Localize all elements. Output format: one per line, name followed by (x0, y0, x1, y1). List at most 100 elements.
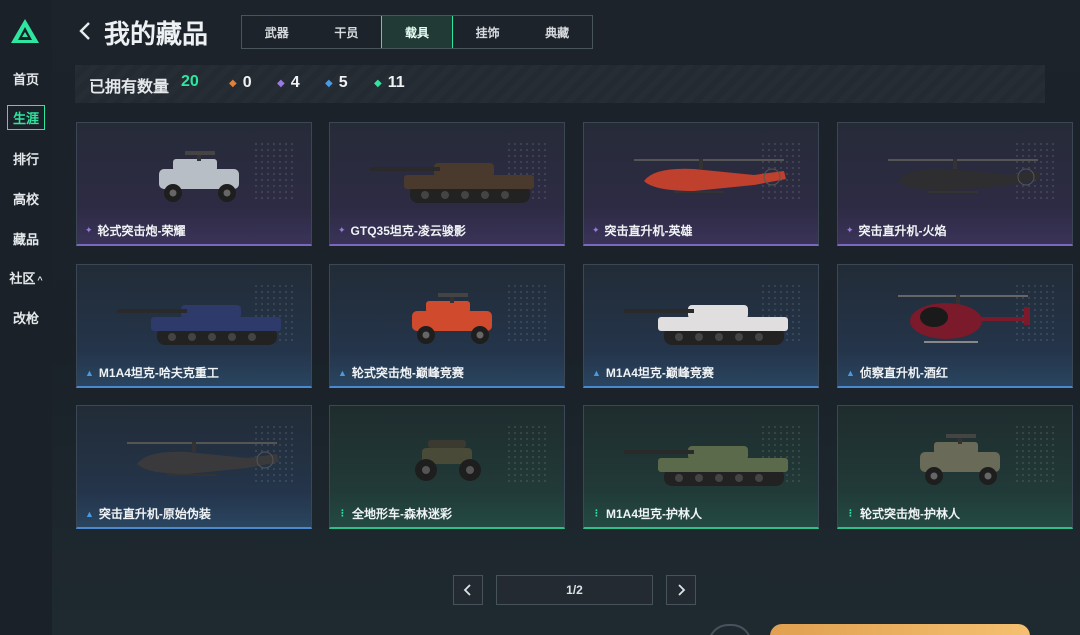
tank-icon (117, 305, 281, 345)
owned-count-total: 20 (181, 73, 199, 90)
vehicle-name: ⋮ M1A4坦克-护林人 (592, 505, 702, 522)
vehicle-name: ⋮ 轮式突击炮-护林人 (846, 505, 960, 522)
vehicle-name: ▲ 侦察直升机-酒红 (846, 364, 948, 381)
sidebar-item-universities[interactable]: 高校 (0, 189, 52, 208)
armored-car-icon (159, 151, 239, 202)
helicopter-icon (127, 442, 279, 476)
sidebar-item-career[interactable]: 生涯 (0, 105, 52, 130)
sidebar-item-label: 藏品 (12, 232, 39, 247)
vehicle-card[interactable]: ▲ 侦察直升机-酒红 (837, 264, 1073, 388)
tab-vehicles[interactable]: 载具 (381, 16, 453, 48)
vehicle-name: ✦ 突击直升机-火焰 (846, 222, 947, 239)
vehicle-name-label: 轮式突击炮-护林人 (860, 507, 960, 521)
vehicle-name-label: 轮式突击炮-巅峰竞赛 (351, 366, 464, 380)
rarity-blue-icon: ▲ (85, 508, 94, 519)
rarity-count-blue: ◆ 5 (325, 74, 348, 92)
atv-icon (415, 440, 481, 481)
helicopter-icon (888, 159, 1040, 193)
vehicle-card[interactable]: ⋮ 全地形车-森林迷彩 (329, 405, 565, 529)
sidebar-item-label: 首页 (12, 72, 39, 87)
vehicle-name-label: 突击直升机-英雄 (604, 224, 693, 238)
sidebar-item-label: 排行 (12, 152, 39, 167)
sidebar-item-community[interactable]: 社区 ^ (0, 268, 52, 287)
diamond-green-icon: ◆ (374, 77, 382, 89)
rarity-purple-icon: ✦ (592, 225, 600, 235)
vehicle-card[interactable]: ▲ 突击直升机-原始伪装 (76, 405, 312, 529)
sidebar-item-label: 生涯 (6, 105, 45, 130)
tank-icon (624, 305, 788, 345)
vehicle-card[interactable]: ⋮ M1A4坦克-护林人 (583, 405, 819, 529)
page-title: 我的藏品 (104, 19, 209, 49)
category-tabs: 武器 干员 载具 挂饰 典藏 (241, 15, 593, 49)
sidebar: 首页 生涯 排行 高校 藏品 社区 ^ 改枪 (0, 0, 52, 635)
vehicle-card[interactable]: ✦ 突击直升机-英雄 (583, 122, 819, 246)
tab-collector[interactable]: 典藏 (522, 16, 592, 48)
diamond-purple-icon: ◆ (277, 77, 285, 89)
vehicle-name: ✦ 轮式突击炮-荣耀 (85, 222, 186, 239)
helicopter-icon (634, 159, 786, 193)
chevron-right-icon (678, 584, 686, 596)
vehicle-card[interactable]: ▲ M1A4坦克-哈夫克重工 (76, 264, 312, 388)
rarity-count-value: 0 (242, 74, 252, 91)
rarity-purple-icon: ✦ (846, 225, 854, 235)
scout-helicopter-icon (898, 295, 1030, 343)
bottom-action-button[interactable] (770, 624, 1030, 635)
sidebar-item-label: 高校 (12, 192, 39, 207)
vehicle-name: ✦ 突击直升机-英雄 (592, 222, 693, 239)
vehicle-name: ⋮ 全地形车-森林迷彩 (338, 505, 452, 522)
vehicle-name-label: 突击直升机-原始伪装 (98, 507, 211, 521)
vehicle-name: ▲ M1A4坦克-哈夫克重工 (85, 364, 219, 381)
tab-operators[interactable]: 干员 (312, 16, 382, 48)
sidebar-item-home[interactable]: 首页 (0, 69, 52, 88)
vehicle-name: ✦ GTQ35坦克-凌云骏影 (338, 222, 466, 239)
chevron-left-icon (79, 22, 90, 40)
sidebar-item-label: 社区 (9, 271, 36, 286)
armored-car-icon (412, 293, 492, 344)
page-indicator: 1/2 (496, 575, 653, 605)
vehicle-card[interactable]: ▲ M1A4坦克-巅峰竞赛 (583, 264, 819, 388)
vehicle-card[interactable]: ✦ 轮式突击炮-荣耀 (76, 122, 312, 246)
prev-page-button[interactable] (453, 575, 483, 605)
ownership-stats-bar: 已拥有数量 20 ◆ 0 ◆ 4 ◆ 5 ◆ 11 (75, 65, 1045, 103)
sidebar-item-gunsmith[interactable]: 改枪 (0, 308, 52, 327)
rarity-count-value: 11 (387, 74, 405, 91)
tab-charms[interactable]: 挂饰 (453, 16, 523, 48)
vehicle-name: ▲ 突击直升机-原始伪装 (85, 505, 211, 522)
vehicle-name: ▲ M1A4坦克-巅峰竞赛 (592, 364, 714, 381)
vehicle-name-label: M1A4坦克-哈夫克重工 (98, 366, 219, 380)
rarity-count-purple: ◆ 4 (277, 74, 300, 92)
rarity-blue-icon: ▲ (592, 367, 601, 378)
sidebar-item-collection[interactable]: 藏品 (0, 229, 52, 248)
rarity-green-icon: ⋮ (338, 508, 347, 518)
vehicle-name-label: 轮式突击炮-荣耀 (97, 224, 186, 238)
diamond-blue-icon: ◆ (325, 77, 333, 89)
vehicle-card[interactable]: ✦ GTQ35坦克-凌云骏影 (329, 122, 565, 246)
tab-weapons[interactable]: 武器 (242, 16, 312, 48)
rarity-count-value: 4 (290, 74, 300, 91)
vehicle-card[interactable]: ⋮ 轮式突击炮-护林人 (837, 405, 1073, 529)
rarity-green-icon: ⋮ (592, 508, 601, 518)
vehicle-name: ▲ 轮式突击炮-巅峰竞赛 (338, 364, 464, 381)
vehicle-name-label: M1A4坦克-护林人 (606, 507, 703, 521)
rarity-count-orange: ◆ 0 (229, 74, 252, 92)
vehicle-name-label: 侦察直升机-酒红 (859, 366, 948, 380)
sidebar-item-label: 改枪 (12, 311, 39, 326)
armored-car-icon (920, 434, 1000, 485)
rarity-purple-icon: ✦ (85, 225, 93, 235)
decorative-ring (708, 624, 752, 635)
sidebar-item-ranking[interactable]: 排行 (0, 149, 52, 168)
diamond-orange-icon: ◆ (229, 77, 237, 89)
rarity-purple-icon: ✦ (338, 225, 346, 235)
vehicle-name-label: 突击直升机-火焰 (858, 224, 947, 238)
vehicle-name-label: GTQ35坦克-凌云骏影 (350, 224, 466, 238)
vehicle-name-label: 全地形车-森林迷彩 (352, 507, 452, 521)
chevron-left-icon (463, 584, 471, 596)
rarity-count-green: ◆ 11 (374, 74, 405, 92)
vehicle-card[interactable]: ▲ 轮式突击炮-巅峰竞赛 (329, 264, 565, 388)
tank-icon (370, 163, 534, 203)
back-button[interactable] (78, 20, 92, 48)
app-logo-icon[interactable] (10, 18, 40, 44)
next-page-button[interactable] (666, 575, 696, 605)
vehicle-card[interactable]: ✦ 突击直升机-火焰 (837, 122, 1073, 246)
owned-count-label: 已拥有数量 (89, 79, 170, 96)
